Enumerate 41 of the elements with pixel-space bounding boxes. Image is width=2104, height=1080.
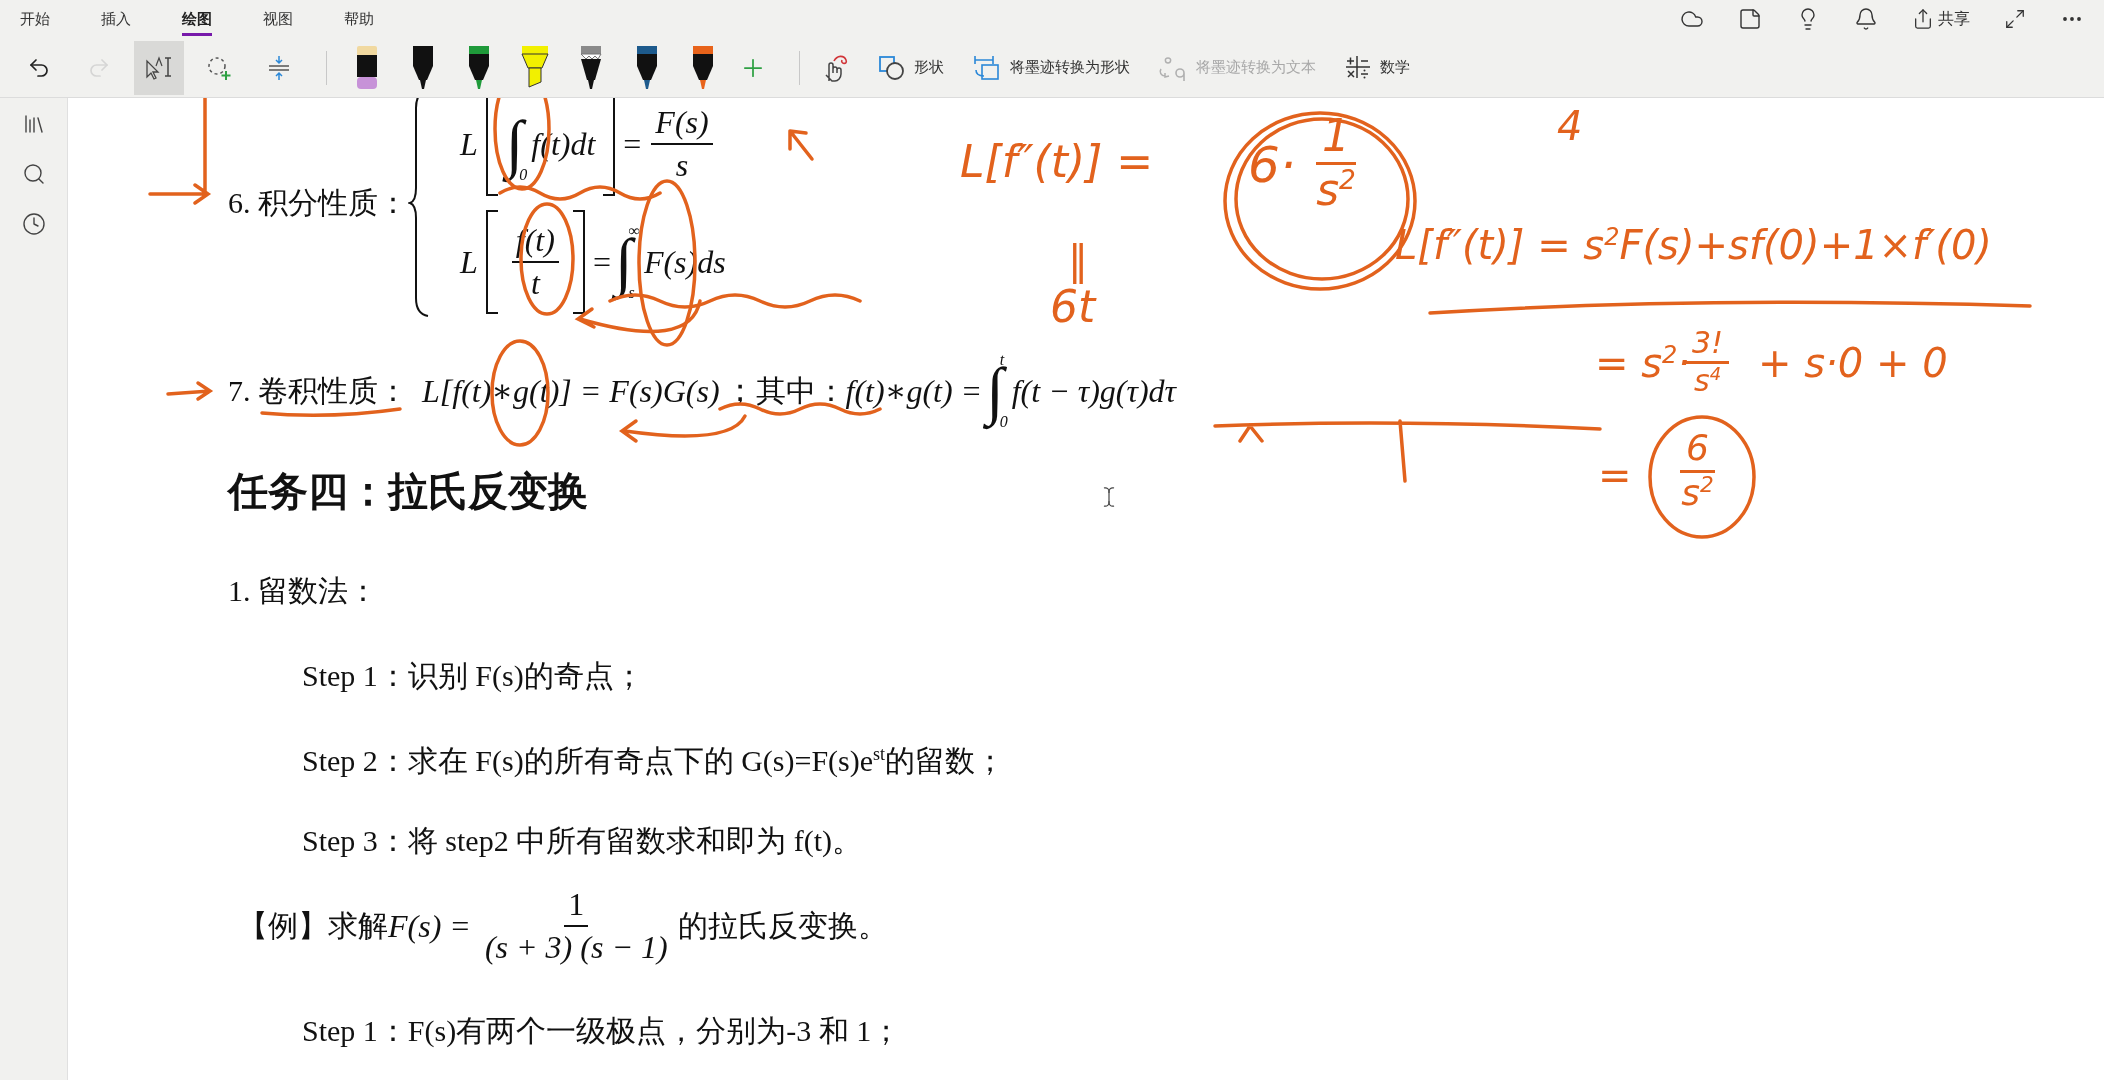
method-title: 1. 留数法： [228, 572, 378, 609]
fullscreen-icon[interactable] [2004, 8, 2026, 30]
ink-arrow [166, 381, 214, 401]
share-icon [1912, 8, 1934, 30]
ink-to-shape-button[interactable]: 将墨迹转换为形状 [964, 40, 1138, 95]
bell-icon[interactable] [1854, 7, 1878, 31]
share-button[interactable]: 共享 [1912, 8, 1970, 30]
math-button[interactable]: 数学 [1336, 40, 1418, 95]
ribbon-tab[interactable]: 绘图 [182, 0, 212, 38]
handwritten-note: 6· [1248, 138, 1296, 193]
shapes-button[interactable]: 形状 [870, 40, 952, 95]
handwritten-note: 6t [1050, 283, 1096, 332]
step-text: Step 1：识别 F(s)的奇点； [302, 657, 644, 694]
handwritten-note: + s·0 + 0 [1758, 341, 1948, 385]
step-text: Step 1：F(s)有两个一级极点，分别为-3 和 1； [302, 1012, 902, 1049]
step-text: Step 3：将 step2 中所有留数求和即为 f(t)。 [302, 822, 862, 859]
lasso-text-button[interactable] [134, 40, 184, 95]
ribbon-tab[interactable]: 开始 [20, 0, 50, 38]
handwritten-note: ‖ [1068, 238, 1088, 282]
handwritten-fraction: 6 s$^{2}$ [1680, 428, 1715, 513]
ink-to-shape-icon [972, 53, 1002, 82]
where-label: 其中： [755, 372, 846, 409]
handwritten-note: L[f″(t)] = [960, 138, 1154, 187]
search-icon[interactable] [21, 162, 46, 186]
ink-arrow [788, 129, 814, 161]
property-label: 7. 卷积性质： [228, 372, 408, 409]
insert-space-icon [266, 53, 292, 82]
ribbon-tab[interactable]: 插入 [101, 0, 131, 38]
step-text: Step 2：求在 F(s)的所有奇点下的 G(s)=F(s)e$^{st}$的留数； [302, 742, 1006, 779]
example-suffix: 的拉氏反变换。 [677, 907, 888, 944]
handwritten-note: 4 [1557, 104, 1583, 148]
property-label: 6. 积分性质： [228, 184, 408, 221]
section-heading: 任务四：拉氏反变换 [228, 467, 588, 516]
recent-icon[interactable] [21, 212, 46, 236]
ribbon-tab[interactable]: 帮助 [344, 0, 374, 38]
example-prefix: 【例】求解 [238, 907, 388, 942]
shapes-icon [878, 54, 906, 81]
lasso-select-icon [144, 54, 174, 81]
sticky-note-icon[interactable] [1738, 7, 1762, 31]
ribbon-tab[interactable]: 视图 [263, 0, 293, 38]
handwritten-note: = [1598, 453, 1632, 497]
